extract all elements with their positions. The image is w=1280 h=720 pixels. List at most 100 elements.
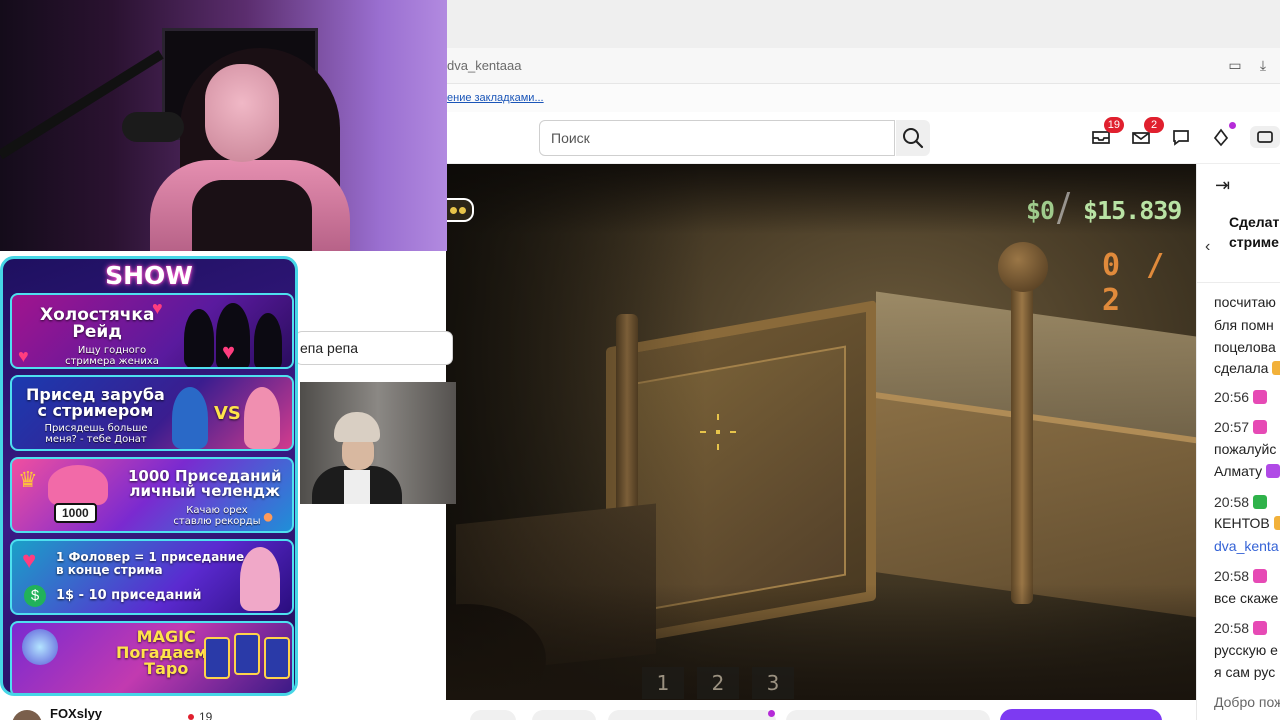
coins-icon xyxy=(1257,131,1273,143)
chat-timestamp: 20:57 xyxy=(1214,419,1250,435)
heart-icon: ♥ xyxy=(152,298,163,318)
clip-button[interactable] xyxy=(532,710,596,720)
emoji-icon xyxy=(1272,361,1280,375)
chat-text: Алмату xyxy=(1214,463,1263,479)
inbox-button[interactable]: 19 xyxy=(1090,117,1124,148)
panel-card-squat-battle: Присед заруба с стримером Присядешь боль… xyxy=(10,375,294,451)
chat-message: 20:57 xyxy=(1214,418,1268,436)
hud-money-total: $15.839 xyxy=(1083,196,1182,225)
scene-bed-knob xyxy=(998,242,1048,292)
search-button[interactable] xyxy=(896,120,930,156)
guest-hat xyxy=(334,412,380,442)
athlete-icon xyxy=(172,387,208,449)
chat-pinned-line: стриме xyxy=(1229,234,1279,250)
diamond-icon xyxy=(1213,128,1229,147)
streamer-name[interactable]: FOXslyy xyxy=(50,706,102,720)
chat-timestamp: 20:56 xyxy=(1214,389,1250,405)
silhouette-icon xyxy=(184,309,214,367)
panel-card-1000-squats: 1000 Приседаний личный челендж Качаю оре… xyxy=(10,457,294,533)
chat-mention-link[interactable]: dva_kenta xyxy=(1214,537,1279,555)
tarot-card-icon xyxy=(264,637,290,679)
hud-slot: 3 xyxy=(752,667,794,699)
chat-text: КЕНТОВ xyxy=(1214,515,1270,531)
emoji-icon xyxy=(1266,464,1280,478)
chat-message-line: я сам рус xyxy=(1214,664,1276,680)
inbox-badge: 19 xyxy=(1103,117,1124,133)
collapse-chat-icon[interactable]: ⇥ xyxy=(1215,176,1237,194)
overlay-chat-input[interactable]: епа репа xyxy=(296,332,452,364)
coin-dot xyxy=(450,207,457,214)
card-title: Холостячка Рейд xyxy=(40,305,155,342)
chat-pinned-title: Сделат стриме xyxy=(1229,212,1279,252)
card-title: 1 Фоловер = 1 приседание в конце стрима xyxy=(56,550,245,578)
chat-message: 20:58 xyxy=(1214,493,1268,511)
tarot-card-icon xyxy=(204,637,230,679)
screen: dva_kentaaa ▭ ⤓ ение закладками... Поиск… xyxy=(0,0,1280,720)
coin-pill xyxy=(446,198,474,222)
crown-button[interactable] xyxy=(1210,122,1236,148)
guest-webcam xyxy=(300,382,456,504)
search-input[interactable]: Поиск xyxy=(539,120,895,156)
guest-shirt xyxy=(344,470,370,504)
card-title: 1000 Приседаний личный челендж xyxy=(128,467,282,500)
chevron-left-icon[interactable]: ‹ xyxy=(1205,238,1210,256)
heart-emoji-icon xyxy=(1253,390,1268,404)
check-emoji-icon xyxy=(1253,495,1268,509)
silhouette-icon xyxy=(254,313,282,367)
notification-dot xyxy=(768,710,775,717)
gift-button[interactable] xyxy=(786,710,990,720)
heart-emoji-icon xyxy=(1253,420,1268,434)
panel-card-raid: Холостячка Рейд Ищу годного стримера жен… xyxy=(10,293,294,369)
whispers-button[interactable] xyxy=(1170,126,1192,148)
get-coins-button[interactable] xyxy=(1250,126,1280,148)
panel-title: SHOW xyxy=(105,261,193,290)
scene-floor xyxy=(446,584,1196,700)
cast-icon[interactable]: ▭ xyxy=(1226,56,1244,74)
download-icon[interactable]: ⤓ xyxy=(1254,56,1272,74)
booty-icon xyxy=(48,465,108,505)
like-button[interactable] xyxy=(470,710,516,720)
scene-bed-post xyxy=(1011,284,1033,604)
messages-badge: 2 xyxy=(1144,117,1164,133)
bookmarks-manage-link[interactable]: ение закладками... xyxy=(447,92,544,104)
count-chip: 1000 xyxy=(54,503,97,523)
card-subtitle: Присядешь больше меня? - тебе Донат xyxy=(44,423,148,445)
crosshair-icon xyxy=(700,414,736,450)
heart-icon: ♥ xyxy=(222,339,236,364)
panel-card-tarot: MAGIC Погадаем? Таро xyxy=(10,621,294,693)
stream-video[interactable]: $0 $15.839 0 / 2 1 2 3 xyxy=(446,164,1196,700)
chat-message-line: бля помн xyxy=(1214,317,1274,333)
chat-message-line: русскую е xyxy=(1214,642,1278,658)
hud-slot: 2 xyxy=(697,667,739,699)
chat-message: 20:58 xyxy=(1214,619,1268,637)
chat-message-line: Алмату xyxy=(1214,462,1280,480)
chat-message-line: посчитаю xyxy=(1214,294,1276,310)
chat-message-line: все скаже xyxy=(1214,590,1279,606)
address-text[interactable]: dva_kentaaa xyxy=(447,58,521,73)
trophy-icon: ♛ xyxy=(18,467,38,492)
heart-emoji-icon xyxy=(1253,621,1268,635)
chat-divider xyxy=(1197,282,1280,283)
chat-welcome-text: Добро пож xyxy=(1214,694,1280,710)
chat-message-line: поцелова xyxy=(1214,339,1276,355)
card-subtitle: Ищу годного стримера жениха xyxy=(65,345,159,367)
chat-message: 20:56 xyxy=(1214,388,1268,406)
share-button[interactable] xyxy=(608,710,776,720)
chat-message: 20:58 xyxy=(1214,567,1268,585)
microphone-arm xyxy=(0,50,164,160)
donation-panel: SHOW Холостячка Рейд Ищу годного стример… xyxy=(0,256,298,696)
heart-emoji-icon xyxy=(1253,569,1268,583)
chat-message-line: КЕНТОВ xyxy=(1214,514,1280,532)
panel-card-follower: ♥ 1 Фоловер = 1 приседание в конце стрим… xyxy=(10,539,294,615)
athlete-icon xyxy=(240,547,280,611)
messages-button[interactable]: 2 xyxy=(1130,117,1164,148)
coin-dot xyxy=(459,207,466,214)
chat-message-line: пожалуйс xyxy=(1214,441,1277,457)
chat-bubble-icon xyxy=(1173,130,1189,146)
notification-dot xyxy=(1229,122,1236,129)
chat-pinned-line: Сделат xyxy=(1229,214,1280,230)
chat-timestamp: 20:58 xyxy=(1214,568,1250,584)
follow-button[interactable] xyxy=(1000,709,1162,720)
card-title: Присед заруба с стримером xyxy=(26,385,165,420)
heart-icon: ♥ xyxy=(18,346,29,366)
